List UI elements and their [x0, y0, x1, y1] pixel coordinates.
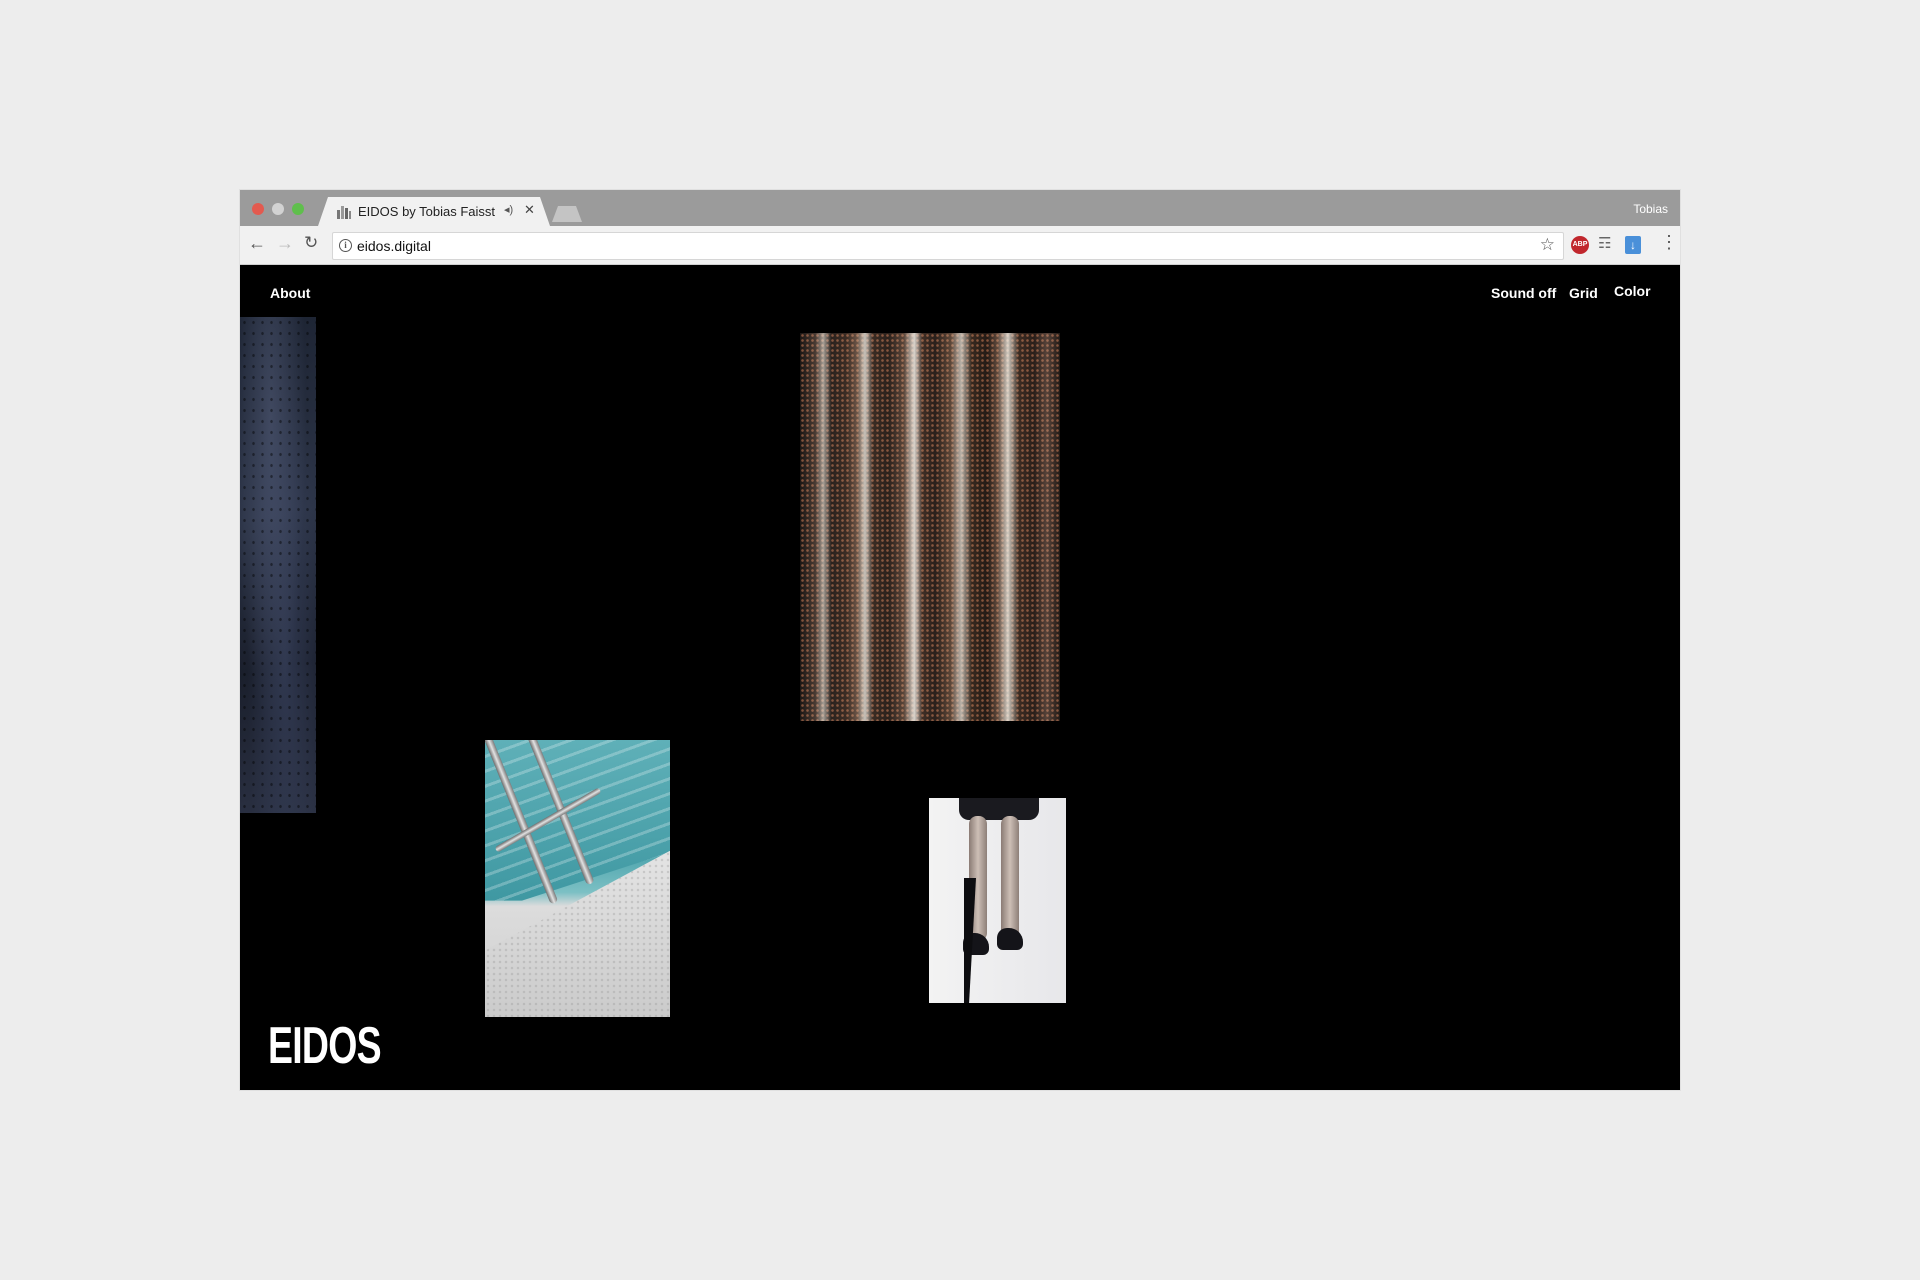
close-icon[interactable]: ✕ [524, 202, 535, 218]
kebab-menu-icon[interactable]: ⋮ [1660, 232, 1678, 253]
sound-toggle-link[interactable]: Sound off [1491, 285, 1556, 301]
url-text[interactable]: eidos.digital [357, 238, 431, 254]
tab-strip: EIDOS by Tobias Faisst ◂) ✕ Tobias [240, 190, 1680, 226]
window-close-button[interactable] [252, 203, 264, 215]
eidos-favicon-icon [337, 206, 351, 219]
download-icon[interactable]: ↓ [1625, 236, 1641, 254]
legs-skirt [959, 798, 1039, 820]
image-metal-tubes[interactable] [800, 333, 1060, 721]
legs-right [1001, 816, 1019, 941]
arrow-left-icon[interactable]: ← [248, 233, 266, 253]
shoe-right [997, 928, 1023, 950]
adblock-icon[interactable]: ABP [1571, 236, 1589, 254]
tab-eidos[interactable]: EIDOS by Tobias Faisst ◂) ✕ [318, 197, 550, 226]
about-link[interactable]: About [270, 285, 310, 301]
image-pool-ladder[interactable] [485, 740, 670, 1017]
window-maximize-button[interactable] [292, 203, 304, 215]
arrow-right-icon[interactable]: → [276, 233, 294, 253]
color-link[interactable]: Color [1614, 283, 1651, 299]
image-dark-fabric[interactable] [240, 317, 316, 813]
address-bar[interactable]: i eidos.digital ☆ [332, 232, 1564, 260]
page-content: About Sound off Grid Color EIDOS [240, 265, 1680, 1090]
speaker-icon[interactable]: ◂) [504, 203, 513, 216]
browser-toolbar: ← → ↻ i eidos.digital ☆ ABP ☶ ↓ ⋮ [240, 226, 1680, 265]
tab-title: EIDOS by Tobias Faisst [358, 204, 496, 219]
info-icon[interactable]: i [339, 239, 352, 252]
browser-window: EIDOS by Tobias Faisst ◂) ✕ Tobias ← → ↻… [240, 190, 1680, 1090]
star-icon[interactable]: ☆ [1540, 235, 1555, 255]
image-legs-heels[interactable] [929, 798, 1066, 1003]
grid-link[interactable]: Grid [1569, 285, 1598, 301]
window-minimize-button[interactable] [272, 203, 284, 215]
reload-icon[interactable]: ↻ [304, 233, 318, 253]
eidos-logo[interactable]: EIDOS [268, 1020, 382, 1072]
new-tab-button[interactable] [552, 206, 582, 222]
profile-name[interactable]: Tobias [1633, 202, 1668, 216]
puzzle-icon[interactable]: ☶ [1598, 234, 1611, 252]
